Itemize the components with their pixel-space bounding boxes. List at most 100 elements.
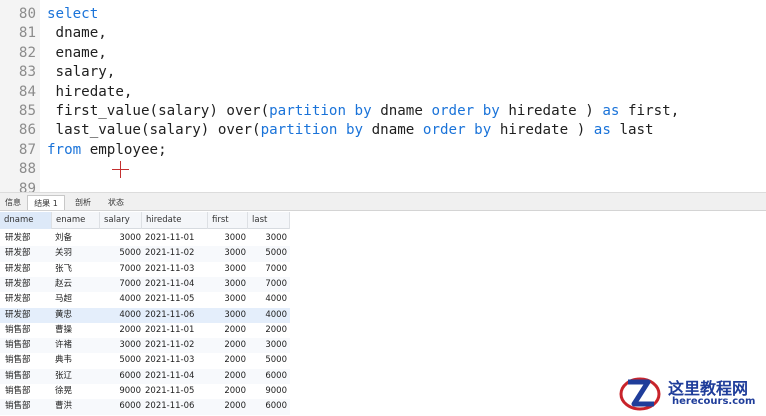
column-header-dname[interactable]: dname xyxy=(0,212,52,229)
table-cell-salary[interactable]: 4000 xyxy=(100,292,141,307)
table-cell-ename[interactable]: 曹洪 xyxy=(55,399,99,414)
table-cell-salary[interactable]: 7000 xyxy=(100,277,141,292)
table-cell-salary[interactable]: 5000 xyxy=(100,246,141,261)
table-cell-salary[interactable]: 3000 xyxy=(100,338,141,353)
table-cell-last[interactable]: 5000 xyxy=(248,246,287,261)
table-cell-ename[interactable]: 黄忠 xyxy=(55,308,99,323)
table-cell-ename[interactable]: 张飞 xyxy=(55,262,99,277)
table-cell-first[interactable]: 2000 xyxy=(208,369,246,384)
table-cell-last[interactable]: 7000 xyxy=(248,277,287,292)
table-cell-ename[interactable]: 张辽 xyxy=(55,369,99,384)
table-cell-last[interactable]: 5000 xyxy=(248,353,287,368)
code-line[interactable]: 83 salary, xyxy=(0,63,766,82)
table-cell-first[interactable]: 2000 xyxy=(208,323,246,338)
table-cell-first[interactable]: 2000 xyxy=(208,338,246,353)
tab-info[interactable]: 信息 xyxy=(2,195,24,210)
table-cell-first[interactable]: 3000 xyxy=(208,231,246,246)
table-cell-last[interactable]: 3000 xyxy=(248,338,287,353)
table-cell-dname[interactable]: 研发部 xyxy=(5,262,51,277)
table-cell-last[interactable]: 6000 xyxy=(248,369,287,384)
table-row[interactable]: 研发部 马超 4000 2021-11-05 3000 4000 xyxy=(0,292,290,307)
sql-editor[interactable]: 80 select 81 dname, 82 ename, 83 salary, 84 h… xyxy=(0,0,766,192)
tab-profile[interactable]: 剖析 xyxy=(68,195,98,210)
table-cell-first[interactable]: 2000 xyxy=(208,399,246,414)
table-cell-last[interactable]: 2000 xyxy=(248,323,287,338)
code-line[interactable]: 86 last_value(salary) over(partition by … xyxy=(0,121,766,140)
table-row[interactable]: 研发部 关羽 5000 2021-11-02 3000 5000 xyxy=(0,246,290,262)
table-cell-hiredate[interactable]: 2021-11-01 xyxy=(145,323,207,338)
table-cell-hiredate[interactable]: 2021-11-05 xyxy=(145,384,207,399)
table-row[interactable]: 销售部 许褚 3000 2021-11-02 2000 3000 xyxy=(0,338,290,354)
table-cell-last[interactable]: 7000 xyxy=(248,262,287,277)
tab-result-1[interactable]: 结果 1 xyxy=(27,195,65,210)
table-row[interactable]: 销售部 典韦 5000 2021-11-03 2000 5000 xyxy=(0,353,290,368)
table-cell-dname[interactable]: 研发部 xyxy=(5,292,51,307)
code-line[interactable]: 81 dname, xyxy=(0,24,766,43)
table-cell-first[interactable]: 3000 xyxy=(208,308,246,323)
table-cell-salary[interactable]: 9000 xyxy=(100,384,141,399)
table-cell-last[interactable]: 4000 xyxy=(248,292,287,307)
table-cell-hiredate[interactable]: 2021-11-03 xyxy=(145,353,207,368)
table-cell-hiredate[interactable]: 2021-11-03 xyxy=(145,262,207,277)
code-line[interactable]: 87 from employee; xyxy=(0,141,766,160)
tab-status[interactable]: 状态 xyxy=(101,195,131,210)
code-line[interactable]: 82 ename, xyxy=(0,44,766,63)
table-row[interactable]: 销售部 张辽 6000 2021-11-04 2000 6000 xyxy=(0,368,290,384)
table-row[interactable]: 研发部 黄忠 4000 2021-11-06 3000 4000 xyxy=(0,307,290,323)
table-cell-dname[interactable]: 销售部 xyxy=(5,323,51,338)
table-cell-ename[interactable]: 许褚 xyxy=(55,338,99,353)
table-cell-dname[interactable]: 销售部 xyxy=(5,369,51,384)
table-cell-last[interactable]: 3000 xyxy=(248,231,287,246)
table-row[interactable]: 研发部 赵云 7000 2021-11-04 3000 7000 xyxy=(0,276,290,293)
table-cell-ename[interactable]: 曹操 xyxy=(55,323,99,338)
table-cell-salary[interactable]: 3000 xyxy=(100,231,141,246)
table-cell-salary[interactable]: 7000 xyxy=(100,262,141,277)
column-header-salary[interactable]: salary xyxy=(100,212,142,229)
table-cell-hiredate[interactable]: 2021-11-05 xyxy=(145,292,207,307)
table-cell-dname[interactable]: 销售部 xyxy=(5,384,51,399)
table-cell-salary[interactable]: 5000 xyxy=(100,353,141,368)
table-row[interactable]: 研发部 刘备 3000 2021-11-01 3000 3000 xyxy=(0,231,290,246)
table-row[interactable]: 销售部 曹操 2000 2021-11-01 2000 2000 xyxy=(0,323,290,338)
table-cell-hiredate[interactable]: 2021-11-04 xyxy=(145,369,207,384)
table-cell-ename[interactable]: 刘备 xyxy=(55,231,99,246)
code-line[interactable]: 84 hiredate, xyxy=(0,83,766,102)
table-cell-salary[interactable]: 6000 xyxy=(100,399,141,414)
code-line[interactable]: 80 select xyxy=(0,5,766,24)
table-cell-first[interactable]: 3000 xyxy=(208,246,246,261)
table-row[interactable]: 销售部 曹洪 6000 2021-11-06 2000 6000 xyxy=(0,399,290,415)
table-cell-ename[interactable]: 赵云 xyxy=(55,277,99,292)
column-header-first[interactable]: first xyxy=(208,212,248,229)
table-cell-ename[interactable]: 典韦 xyxy=(55,353,99,368)
table-cell-hiredate[interactable]: 2021-11-02 xyxy=(145,246,207,261)
table-cell-first[interactable]: 3000 xyxy=(208,292,246,307)
table-cell-hiredate[interactable]: 2021-11-02 xyxy=(145,338,207,353)
table-cell-hiredate[interactable]: 2021-11-06 xyxy=(145,399,207,414)
table-cell-first[interactable]: 2000 xyxy=(208,384,246,399)
table-cell-hiredate[interactable]: 2021-11-06 xyxy=(145,308,207,323)
table-cell-first[interactable]: 2000 xyxy=(208,353,246,368)
code-line[interactable]: 89 xyxy=(0,180,766,192)
table-cell-dname[interactable]: 销售部 xyxy=(5,399,51,414)
table-cell-dname[interactable]: 研发部 xyxy=(5,277,51,292)
code-line[interactable]: 85 first_value(salary) over(partition by… xyxy=(0,102,766,121)
table-cell-dname[interactable]: 研发部 xyxy=(5,308,51,323)
table-cell-dname[interactable]: 销售部 xyxy=(5,353,51,368)
table-row[interactable]: 销售部 徐晃 9000 2021-11-05 2000 9000 xyxy=(0,384,290,399)
table-cell-dname[interactable]: 研发部 xyxy=(5,246,51,261)
table-cell-last[interactable]: 4000 xyxy=(248,308,287,323)
table-cell-ename[interactable]: 徐晃 xyxy=(55,384,99,399)
table-cell-last[interactable]: 9000 xyxy=(248,384,287,399)
table-cell-hiredate[interactable]: 2021-11-04 xyxy=(145,277,207,292)
column-header-last[interactable]: last xyxy=(248,212,290,229)
table-cell-ename[interactable]: 关羽 xyxy=(55,246,99,261)
table-cell-hiredate[interactable]: 2021-11-01 xyxy=(145,231,207,246)
table-cell-dname[interactable]: 研发部 xyxy=(5,231,51,246)
table-cell-last[interactable]: 6000 xyxy=(248,399,287,414)
table-cell-salary[interactable]: 4000 xyxy=(100,308,141,323)
table-cell-ename[interactable]: 马超 xyxy=(55,292,99,307)
table-cell-first[interactable]: 3000 xyxy=(208,262,246,277)
table-cell-salary[interactable]: 6000 xyxy=(100,369,141,384)
table-cell-dname[interactable]: 销售部 xyxy=(5,338,51,353)
table-row[interactable]: 研发部 张飞 7000 2021-11-03 3000 7000 xyxy=(0,262,290,277)
